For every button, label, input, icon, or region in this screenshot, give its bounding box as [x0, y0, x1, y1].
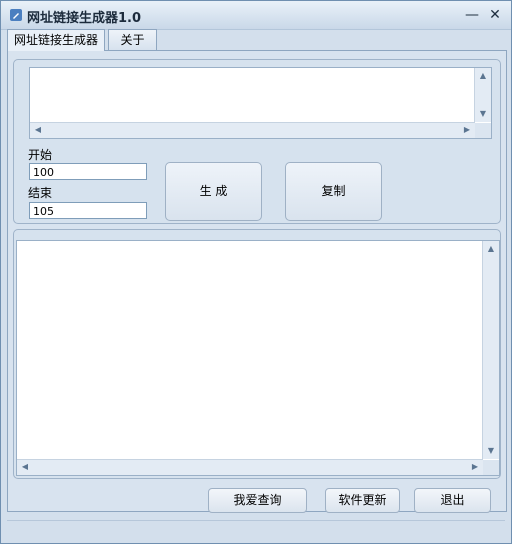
result-group: ▲ ▼ ◀ ▶	[13, 229, 501, 479]
copy-button[interactable]: 复制	[285, 162, 382, 221]
window-title: 网址链接生成器1.0	[27, 11, 142, 26]
scroll-up-icon[interactable]: ▲	[484, 242, 498, 256]
result-hscrollbar[interactable]: ◀ ▶	[17, 459, 483, 475]
exit-button[interactable]: 退出	[414, 488, 491, 513]
title-bar[interactable]: 网址链接生成器1.0 — ✕	[1, 1, 511, 30]
end-field[interactable]: 105	[29, 202, 147, 219]
input-group: ▲ ▼ ◀ ▶ 开始 100 结束 105 生 成 复制	[13, 59, 501, 224]
scroll-down-icon[interactable]: ▼	[476, 107, 490, 121]
generate-button[interactable]: 生 成	[165, 162, 262, 221]
software-update-button[interactable]: 软件更新	[325, 488, 400, 513]
scroll-down-icon[interactable]: ▼	[484, 444, 498, 458]
tab-about[interactable]: 关于	[108, 29, 157, 50]
top-output-box[interactable]: ▲ ▼ ◀ ▶	[29, 67, 492, 139]
scroll-up-icon[interactable]: ▲	[476, 69, 490, 83]
scroll-left-icon[interactable]: ◀	[18, 460, 32, 474]
result-box[interactable]: ▲ ▼ ◀ ▶	[16, 240, 500, 476]
scroll-corner	[475, 123, 491, 138]
start-field[interactable]: 100	[29, 163, 147, 180]
close-button[interactable]: ✕	[486, 6, 504, 24]
status-bar	[7, 520, 505, 539]
scroll-right-icon[interactable]: ▶	[460, 123, 474, 137]
start-label: 开始	[28, 148, 53, 162]
scroll-left-icon[interactable]: ◀	[31, 123, 45, 137]
minimize-button[interactable]: —	[463, 6, 481, 24]
result-vscrollbar[interactable]: ▲ ▼	[482, 241, 499, 459]
scroll-corner	[483, 460, 499, 475]
pencil-icon	[9, 8, 23, 22]
scroll-right-icon[interactable]: ▶	[468, 460, 482, 474]
app-window: 网址链接生成器1.0 — ✕ 网址链接生成器 关于 ▲ ▼ ◀ ▶ 开始 100…	[0, 0, 512, 544]
query-button[interactable]: 我爱查询	[208, 488, 307, 513]
end-label: 结束	[28, 186, 53, 200]
tab-panel-generator: ▲ ▼ ◀ ▶ 开始 100 结束 105 生 成 复制 ▲ ▼ ◀ ▶ 我爱查…	[7, 50, 507, 513]
top-hscrollbar[interactable]: ◀ ▶	[30, 122, 475, 138]
top-vscrollbar[interactable]: ▲ ▼	[474, 68, 491, 122]
tab-generator[interactable]: 网址链接生成器	[7, 29, 105, 51]
